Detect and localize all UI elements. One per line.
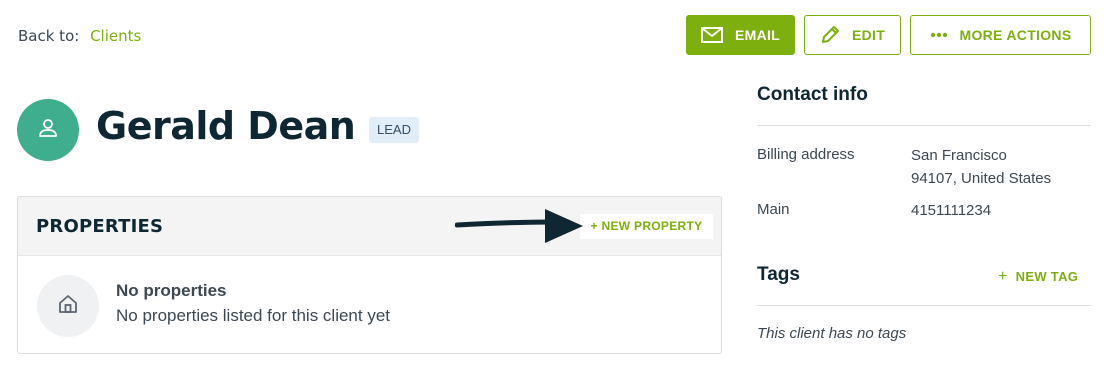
properties-title: PROPERTIES xyxy=(36,216,164,237)
arrow-icon xyxy=(455,209,583,243)
avatar xyxy=(17,99,79,161)
edit-button[interactable]: EDIT xyxy=(804,15,901,55)
billing-address-label: Billing address xyxy=(757,146,855,163)
tags-divider xyxy=(757,305,1091,306)
client-name: Gerald Dean xyxy=(96,104,356,148)
email-button-label: EMAIL xyxy=(734,27,781,43)
contact-info-title: Contact info xyxy=(757,84,868,105)
properties-panel: PROPERTIES + NEW PROPERTY No properties … xyxy=(17,196,722,354)
house-icon xyxy=(57,293,79,319)
breadcrumb-prefix: Back to: xyxy=(18,27,80,45)
empty-properties-message: No properties listed for this client yet xyxy=(116,306,391,325)
person-icon xyxy=(37,117,59,143)
main-phone-value: 4151111234 xyxy=(911,202,992,219)
billing-address-line1: San Francisco xyxy=(911,147,1007,164)
empty-properties-title: No properties xyxy=(116,281,227,300)
main-phone-label: Main xyxy=(757,201,790,218)
email-button[interactable]: EMAIL xyxy=(686,15,795,55)
ellipsis-icon xyxy=(930,32,948,38)
more-actions-button-label: MORE ACTIONS xyxy=(959,27,1072,43)
properties-header: PROPERTIES + NEW PROPERTY xyxy=(18,197,721,256)
new-tag-label: NEW TAG xyxy=(1015,269,1079,284)
breadcrumb: Back to: Clients xyxy=(18,27,141,45)
status-badge: LEAD xyxy=(369,117,419,143)
plus-icon: + xyxy=(998,268,1008,285)
new-tag-button[interactable]: + NEW TAG xyxy=(998,268,1078,286)
billing-address-line2: 94107, United States xyxy=(911,170,1052,187)
edit-button-label: EDIT xyxy=(851,27,886,43)
tags-title: Tags xyxy=(757,264,800,285)
no-tags-message: This client has no tags xyxy=(757,325,907,342)
new-property-button[interactable]: + NEW PROPERTY xyxy=(580,214,713,239)
contact-divider xyxy=(757,125,1091,126)
empty-properties-illustration xyxy=(37,275,99,337)
envelope-icon xyxy=(700,27,723,43)
more-actions-button[interactable]: MORE ACTIONS xyxy=(910,15,1091,55)
back-to-clients-link[interactable]: Clients xyxy=(90,27,141,45)
pencil-icon xyxy=(820,25,840,45)
